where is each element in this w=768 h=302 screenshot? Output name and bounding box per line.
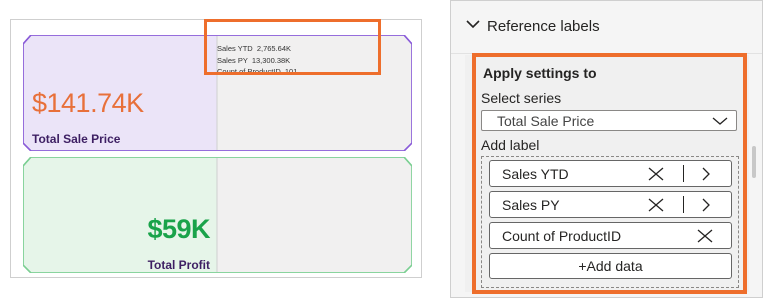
kpi-value: $141.74K — [32, 88, 144, 118]
kpi-card-total-profit[interactable]: $59K Total Profit — [23, 157, 412, 273]
section-header-reference-labels[interactable]: Reference labels — [451, 1, 762, 54]
settings-highlight — [472, 53, 747, 294]
kpi-label: Total Sale Price — [32, 132, 121, 146]
chevron-down-icon[interactable] — [466, 17, 480, 31]
scrollbar[interactable] — [752, 146, 756, 178]
kpi-label: Total Profit — [147, 258, 210, 272]
section-title: Reference labels — [487, 18, 600, 35]
kpi-value: $59K — [147, 214, 210, 244]
reference-labels-highlight — [204, 19, 381, 75]
card-frame — [23, 157, 412, 273]
